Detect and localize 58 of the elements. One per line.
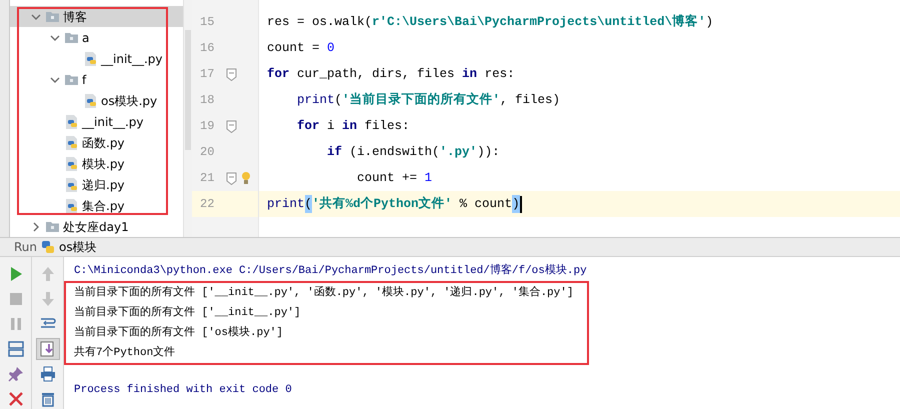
console-output: 共有7个Python文件 — [74, 344, 176, 361]
console-output: 当前目录下面的所有文件 ['__init__.py', '函数.py', '模块.py', '递归.py', '集合.py'] — [74, 284, 574, 301]
tree-item[interactable]: 函数.py — [10, 132, 183, 153]
tree-item[interactable]: a — [10, 27, 183, 48]
scrollbar[interactable] — [183, 0, 192, 237]
panel-title: Run — [14, 239, 38, 256]
tree-item[interactable]: os模块.py — [10, 90, 183, 111]
code-line: for i in files: — [296, 118, 411, 135]
command-line: C:\Miniconda3\python.exe C:/Users/Bai/PycharmProjects/untitled/博客/f/os模块.py — [74, 262, 588, 279]
code-line: count = 0 — [266, 40, 336, 57]
python-file-icon — [64, 176, 79, 192]
folder-icon — [64, 72, 79, 87]
tree-item[interactable]: __init__.py — [10, 111, 183, 132]
tree-item[interactable]: 处女座day1 — [10, 216, 183, 237]
tree-item[interactable]: 模块.py — [10, 153, 183, 174]
python-file-icon — [83, 50, 98, 66]
code-line: for cur_path, dirs, files in res: — [266, 66, 516, 83]
run-config-name[interactable]: os模块 — [59, 238, 97, 256]
line-number: 19 — [200, 118, 214, 135]
folder-icon — [45, 219, 60, 234]
tree-item[interactable]: 博客 — [10, 6, 183, 27]
line-number: 17 — [200, 66, 214, 83]
console-output: 当前目录下面的所有文件 ['os模块.py'] — [74, 324, 284, 341]
python-file-icon — [64, 114, 79, 130]
line-number: 20 — [200, 144, 214, 161]
text-cursor — [520, 196, 522, 212]
pin-icon — [6, 365, 24, 383]
scroll-to-end-icon — [38, 340, 56, 358]
console-output: 当前目录下面的所有文件 ['__init__.py'] — [74, 304, 302, 321]
line-number: 21 — [200, 170, 214, 187]
scroll-to-end-button[interactable] — [36, 338, 60, 360]
python-file-icon — [64, 156, 79, 172]
python-file-icon — [64, 198, 79, 214]
print-icon — [38, 365, 56, 383]
tree-item[interactable]: f — [10, 69, 183, 90]
layout-icon — [6, 340, 24, 358]
exit-message: Process finished with exit code 0 — [74, 383, 293, 398]
tree-item[interactable]: 递归.py — [10, 174, 183, 195]
line-number: 22 — [200, 196, 214, 213]
tree-item[interactable]: 集合.py — [10, 195, 183, 216]
fold-marker-icon[interactable] — [226, 120, 237, 132]
code-line: print('当前目录下面的所有文件', files) — [296, 91, 562, 109]
folder-icon — [64, 30, 79, 45]
code-line: count += 1 — [356, 170, 434, 187]
python-file-icon — [64, 134, 79, 150]
line-number: 15 — [200, 14, 214, 31]
python-icon — [41, 240, 56, 254]
line-number: 18 — [200, 92, 214, 109]
folder-icon — [45, 9, 60, 24]
code-line: res = os.walk(r'C:\Users\Bai\PycharmProjects\untitled\博客') — [266, 13, 714, 31]
python-file-icon — [83, 92, 98, 108]
close-icon — [6, 390, 24, 408]
code-line: if (i.endswith('.py')): — [326, 144, 501, 161]
lightbulb-icon[interactable] — [241, 171, 251, 185]
fold-marker-icon[interactable] — [226, 172, 237, 184]
tree-item[interactable]: __init__.py — [10, 48, 183, 69]
fold-marker-icon[interactable] — [226, 68, 237, 80]
line-number: 16 — [200, 40, 214, 57]
